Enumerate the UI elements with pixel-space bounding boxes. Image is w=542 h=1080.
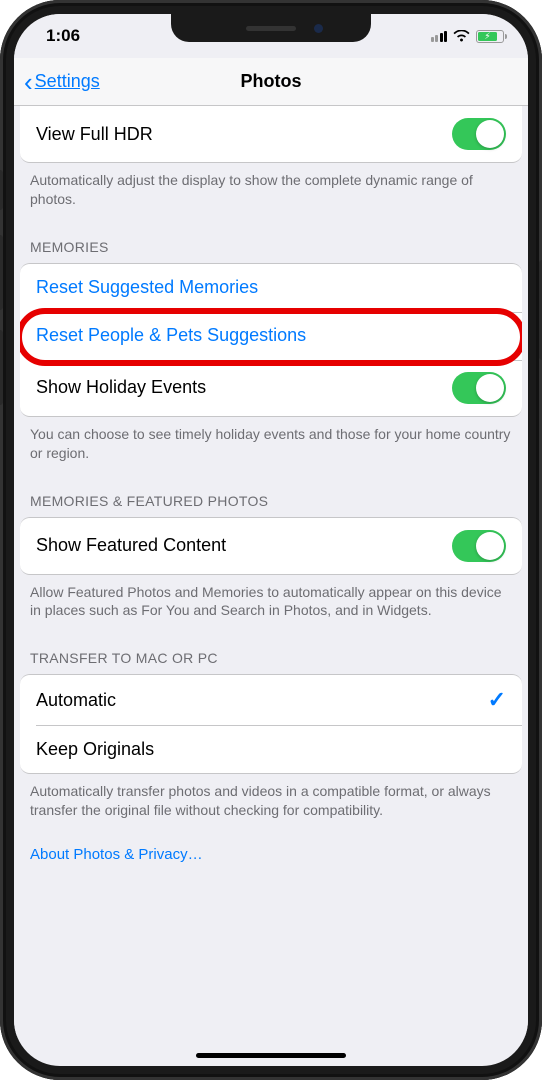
cell-label: Show Featured Content [36, 535, 226, 556]
hdr-footer: Automatically adjust the display to show… [14, 163, 528, 215]
view-full-hdr-row[interactable]: View Full HDR [20, 106, 522, 162]
chevron-left-icon: ‹ [24, 69, 33, 95]
memories-footer: You can choose to see timely holiday eve… [14, 417, 528, 469]
transfer-automatic-row[interactable]: Automatic ✓ [20, 675, 522, 725]
featured-header: MEMORIES & FEATURED PHOTOS [14, 469, 528, 517]
side-button [0, 330, 3, 405]
side-button [0, 170, 3, 210]
status-time: 1:06 [46, 26, 80, 46]
cell-label: Keep Originals [36, 739, 154, 760]
back-label: Settings [35, 71, 100, 92]
phone-frame: 1:06 ⚡︎ ‹ Settings Photos [0, 0, 542, 1080]
charging-icon: ⚡︎ [484, 32, 490, 41]
about-photos-privacy-link[interactable]: About Photos & Privacy… [14, 826, 528, 893]
notch [171, 14, 371, 42]
cell-label: View Full HDR [36, 124, 153, 145]
featured-footer: Allow Featured Photos and Memories to au… [14, 575, 528, 627]
hdr-group: View Full HDR [20, 106, 522, 163]
page-title: Photos [241, 71, 302, 92]
transfer-keep-originals-row[interactable]: Keep Originals [20, 725, 522, 773]
back-button[interactable]: ‹ Settings [24, 69, 100, 95]
memories-group: Reset Suggested Memories Reset People & … [20, 263, 522, 417]
transfer-footer: Automatically transfer photos and videos… [14, 774, 528, 826]
battery-icon: ⚡︎ [476, 30, 504, 43]
cell-label: Reset People & Pets Suggestions [36, 325, 306, 346]
cell-label: Reset Suggested Memories [36, 277, 258, 298]
wifi-icon [453, 30, 470, 42]
screen: 1:06 ⚡︎ ‹ Settings Photos [14, 14, 528, 1066]
hdr-toggle[interactable] [452, 118, 506, 150]
side-button [0, 235, 3, 310]
reset-suggested-memories-row[interactable]: Reset Suggested Memories [20, 264, 522, 312]
transfer-header: TRANSFER TO MAC OR PC [14, 626, 528, 674]
transfer-group: Automatic ✓ Keep Originals [20, 674, 522, 774]
cell-label: Show Holiday Events [36, 377, 206, 398]
checkmark-icon: ✓ [488, 687, 506, 713]
featured-group: Show Featured Content [20, 517, 522, 575]
featured-toggle[interactable] [452, 530, 506, 562]
cellular-icon [431, 31, 448, 42]
holiday-toggle[interactable] [452, 372, 506, 404]
settings-content[interactable]: View Full HDR Automatically adjust the d… [14, 106, 528, 1036]
home-indicator[interactable] [196, 1053, 346, 1058]
show-featured-content-row[interactable]: Show Featured Content [20, 518, 522, 574]
status-icons: ⚡︎ [431, 30, 505, 43]
show-holiday-events-row[interactable]: Show Holiday Events [20, 360, 522, 416]
cell-label: Automatic [36, 690, 116, 711]
navigation-bar: ‹ Settings Photos [14, 58, 528, 106]
memories-header: MEMORIES [14, 215, 528, 263]
reset-people-pets-row[interactable]: Reset People & Pets Suggestions [20, 312, 522, 360]
